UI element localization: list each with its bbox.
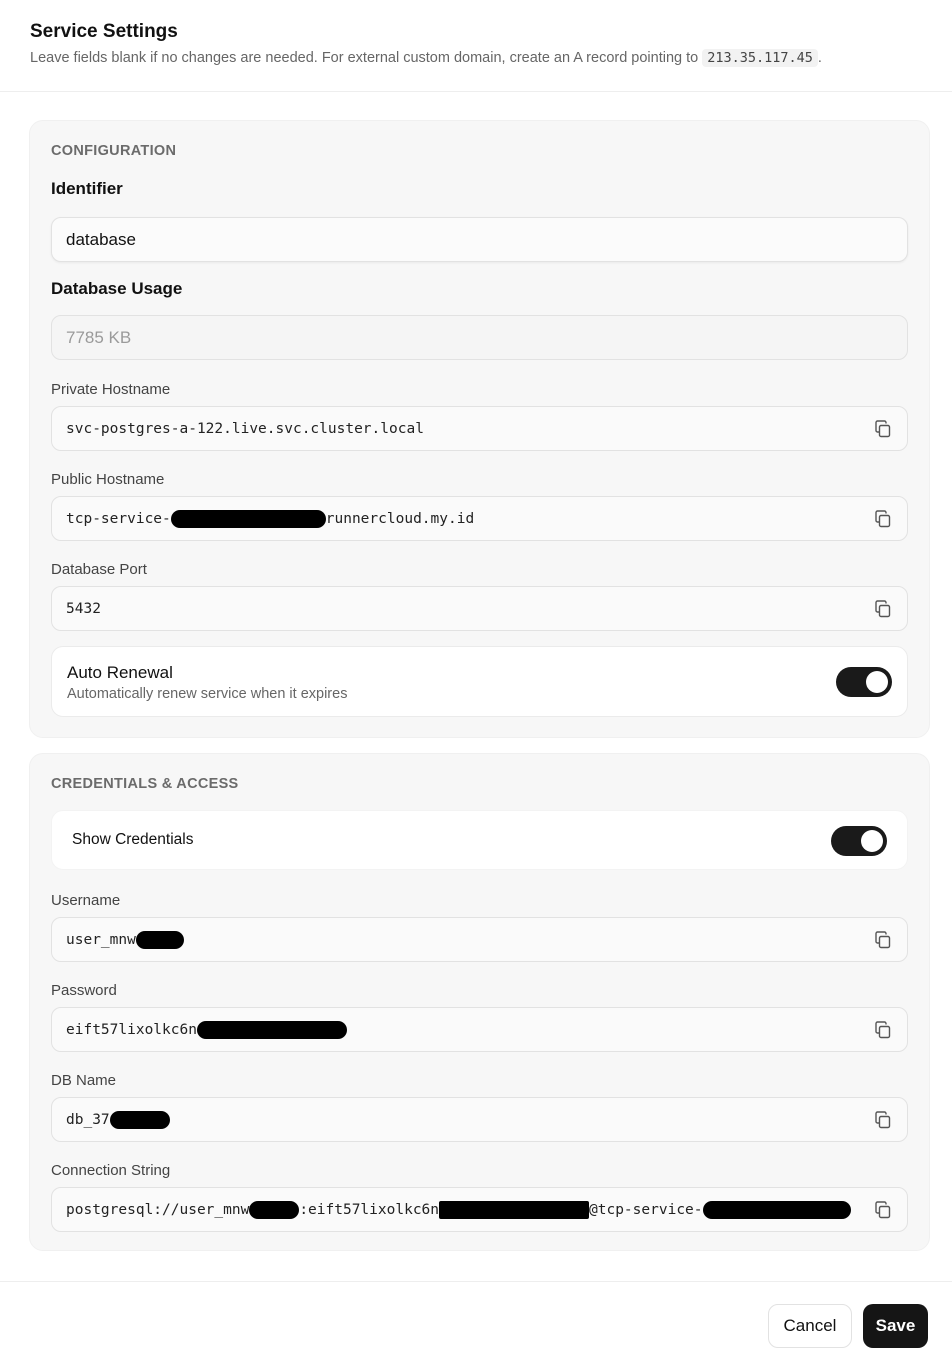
show-credentials-card: Show Credentials: [51, 810, 908, 870]
ip-address: 213.35.117.45: [702, 49, 818, 67]
public-hostname-field: tcp-service-runnercloud.my.id: [51, 496, 908, 541]
password-field: eift57lixolkc6n: [51, 1007, 908, 1052]
db-name-value: db_37: [66, 1110, 170, 1129]
private-hostname-label: Private Hostname: [51, 381, 171, 398]
save-button[interactable]: Save: [863, 1304, 928, 1348]
db-name-label: DB Name: [51, 1072, 117, 1089]
database-port-label: Database Port: [51, 561, 147, 578]
auto-renewal-title: Auto Renewal: [67, 663, 173, 682]
subtitle-text: Leave fields blank if no changes are nee…: [30, 50, 699, 66]
database-port-value: 5432: [66, 600, 101, 617]
username-label: Username: [51, 892, 121, 909]
connection-string-part3: @tcp-service-: [589, 1201, 703, 1218]
credentials-section: CREDENTIALS & ACCESS Show Credentials Us…: [29, 753, 930, 1251]
password-label: Password: [51, 982, 117, 999]
connection-string-part2: :eift57lixolkc6n: [299, 1201, 440, 1218]
redaction-mark: [109, 1110, 170, 1129]
identifier-value: database: [66, 229, 136, 249]
copy-icon[interactable]: [873, 1110, 893, 1130]
redaction-mark: [196, 1020, 347, 1039]
redaction-mark: [439, 1200, 590, 1219]
identifier-label: Identifier: [51, 179, 123, 198]
configuration-heading: CONFIGURATION: [51, 143, 177, 159]
connection-string-value: postgresql://user_mnw :eift57lixolkc6n @tc…: [66, 1200, 851, 1219]
password-prefix: eift57lixolkc6n: [66, 1021, 197, 1038]
public-hostname-suffix: runnercloud.my.id: [325, 510, 475, 527]
toggle-knob: [866, 671, 888, 693]
identifier-input[interactable]: database: [51, 217, 908, 262]
password-value: eift57lixolkc6n: [66, 1020, 347, 1039]
connection-string-field: postgresql://user_mnw :eift57lixolkc6n @tc…: [51, 1187, 908, 1232]
auto-renewal-card: Auto Renewal Automatically renew service…: [51, 646, 908, 717]
dialog-footer: Cancel Save: [0, 1281, 952, 1367]
public-hostname-label: Public Hostname: [51, 471, 165, 488]
copy-icon[interactable]: [873, 1020, 893, 1040]
toggle-knob: [861, 830, 883, 852]
cancel-button[interactable]: Cancel: [768, 1304, 852, 1348]
copy-icon[interactable]: [873, 930, 893, 950]
connection-string-part1: postgresql://user_mnw: [66, 1201, 250, 1218]
copy-icon[interactable]: [873, 509, 893, 529]
dialog-title: Service Settings: [30, 21, 178, 42]
username-prefix: user_mnw: [66, 931, 136, 948]
connection-string-label: Connection String: [51, 1162, 171, 1179]
private-hostname-value: svc-postgres-a-122.live.svc.cluster.loca…: [66, 420, 424, 437]
database-usage-field: 7785 KB: [51, 315, 908, 360]
database-port-field: 5432: [51, 586, 908, 631]
username-field: user_mnw: [51, 917, 908, 962]
auto-renewal-description: Automatically renew service when it expi…: [67, 686, 348, 702]
dialog-subtitle: Leave fields blank if no changes are nee…: [30, 48, 922, 68]
dialog-header: Service Settings Leave fields blank if n…: [0, 0, 952, 92]
db-name-field: db_37: [51, 1097, 908, 1142]
redaction-mark: [135, 930, 184, 949]
copy-icon[interactable]: [873, 1200, 893, 1220]
show-credentials-label: Show Credentials: [72, 831, 194, 848]
private-hostname-field: svc-postgres-a-122.live.svc.cluster.loca…: [51, 406, 908, 451]
show-credentials-toggle[interactable]: [831, 826, 887, 856]
configuration-section: CONFIGURATION Identifier database Databa…: [29, 120, 930, 738]
public-hostname-value: tcp-service-runnercloud.my.id: [66, 509, 475, 528]
redaction-mark: [170, 509, 326, 528]
database-usage-label: Database Usage: [51, 279, 183, 298]
database-usage-value: 7785 KB: [66, 327, 132, 347]
redaction-mark: [702, 1200, 851, 1219]
credentials-heading: CREDENTIALS & ACCESS: [51, 776, 239, 792]
redaction-mark: [249, 1200, 300, 1219]
copy-icon[interactable]: [873, 419, 893, 439]
username-value: user_mnw: [66, 930, 184, 949]
copy-icon[interactable]: [873, 599, 893, 619]
db-name-prefix: db_37: [66, 1111, 110, 1128]
public-hostname-prefix: tcp-service-: [66, 510, 171, 527]
auto-renewal-toggle[interactable]: [836, 667, 892, 697]
subtitle-suffix: .: [817, 50, 822, 66]
